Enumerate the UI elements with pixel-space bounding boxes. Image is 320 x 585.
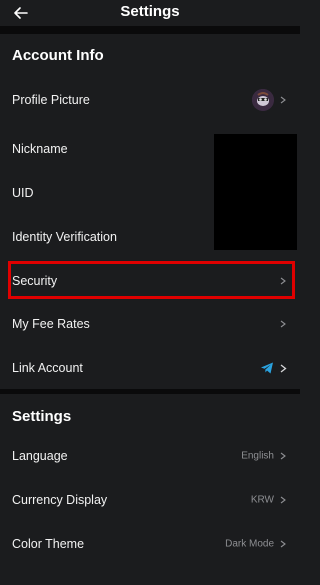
settings-screen: Settings Account Info Profile Picture Ni… [0, 0, 300, 585]
chevron-right-icon [278, 539, 288, 549]
chevron-right-icon [278, 319, 288, 329]
row-label: Security [12, 274, 58, 288]
row-label: My Fee Rates [12, 317, 90, 331]
row-value: English [241, 450, 274, 462]
row-value: Dark Mode [225, 538, 274, 550]
row-currency-display[interactable]: Currency Display KRW [0, 481, 300, 519]
row-security[interactable]: Security [0, 262, 300, 300]
row-profile-picture[interactable]: Profile Picture [0, 81, 300, 119]
row-label: Profile Picture [12, 93, 90, 107]
row-label: Nickname [12, 142, 68, 156]
row-label: Color Theme [12, 537, 85, 551]
section-divider [0, 26, 300, 34]
row-label: Currency Display [12, 493, 108, 507]
row-language[interactable]: Language English [0, 437, 300, 475]
telegram-icon [260, 361, 274, 375]
row-value: KRW [250, 494, 274, 506]
section-title-settings: Settings [12, 408, 72, 425]
chevron-right-icon [278, 95, 288, 105]
row-label: Language [12, 449, 68, 463]
chevron-right-icon [278, 276, 288, 286]
row-link-account[interactable]: Link Account [0, 349, 300, 387]
settings-section: Settings Language English Currency Displ… [0, 394, 300, 585]
avatar [252, 89, 274, 111]
chevron-right-icon [278, 495, 288, 505]
top-bar: Settings [0, 0, 300, 26]
row-label: Link Account [12, 361, 83, 375]
row-my-fee-rates[interactable]: My Fee Rates [0, 305, 300, 343]
row-color-theme[interactable]: Color Theme Dark Mode [0, 525, 300, 563]
row-label: UID [12, 186, 34, 200]
chevron-right-icon [278, 363, 288, 373]
row-label: Identity Verification [12, 230, 117, 244]
chevron-right-icon [278, 451, 288, 461]
section-title-account-info: Account Info [12, 47, 104, 64]
page-title: Settings [120, 3, 180, 20]
redacted-block [214, 134, 297, 250]
